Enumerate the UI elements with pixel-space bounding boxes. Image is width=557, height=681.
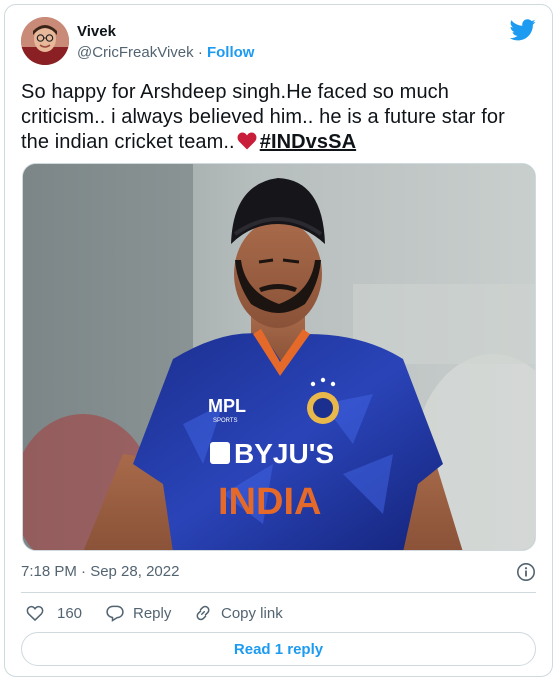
twitter-bird-icon[interactable] xyxy=(510,19,536,41)
jersey-country: INDIA xyxy=(218,481,321,523)
avatar[interactable] xyxy=(21,17,69,65)
jersey-sponsor-sub: SPORTS xyxy=(213,418,238,424)
divider xyxy=(21,592,536,593)
handle-row: @CricFreakVivek · Follow xyxy=(77,43,254,63)
action-bar: 160 Reply Copy link xyxy=(21,601,536,625)
reply-button[interactable]: Reply xyxy=(105,601,171,625)
tweet-header: Vivek @CricFreakVivek · Follow xyxy=(21,17,536,67)
jersey-sponsor: MPL xyxy=(208,396,246,416)
separator-dot: · xyxy=(197,44,207,61)
copy-link-button[interactable]: Copy link xyxy=(193,601,283,625)
reply-bubble-icon xyxy=(106,605,124,622)
follow-button[interactable]: Follow xyxy=(207,44,255,61)
display-name[interactable]: Vivek xyxy=(77,23,254,41)
tweet-photo[interactable]: MPL SPORTS BYJU'S INDIA xyxy=(22,163,536,551)
like-button[interactable]: 160 xyxy=(25,601,82,625)
like-count: 160 xyxy=(57,604,83,622)
hashtag-link[interactable]: #INDvsSA xyxy=(260,131,356,153)
user-info: Vivek @CricFreakVivek · Follow xyxy=(77,23,254,63)
heart-icon xyxy=(26,605,44,622)
tweet-text: So happy for Arshdeep singh.He faced so … xyxy=(21,80,536,155)
copy-link-label: Copy link xyxy=(221,604,283,622)
read-replies-button[interactable]: Read 1 reply xyxy=(21,632,536,666)
tweet-timestamp[interactable]: 7:18 PM · Sep 28, 2022 xyxy=(21,563,179,580)
player-photo: MPL SPORTS BYJU'S INDIA xyxy=(23,164,535,550)
timestamp-row: 7:18 PM · Sep 28, 2022 xyxy=(21,562,536,582)
user-handle[interactable]: @CricFreakVivek xyxy=(77,44,194,61)
jersey-brand: BYJU'S xyxy=(234,438,334,469)
avatar-image xyxy=(21,17,69,65)
link-icon xyxy=(196,605,210,621)
heart-emoji-icon xyxy=(237,132,257,150)
reply-label: Reply xyxy=(133,604,172,622)
read-replies-label: Read 1 reply xyxy=(233,640,324,658)
tweet-card: Vivek @CricFreakVivek · Follow So happy … xyxy=(4,4,553,677)
info-icon[interactable] xyxy=(516,562,536,582)
